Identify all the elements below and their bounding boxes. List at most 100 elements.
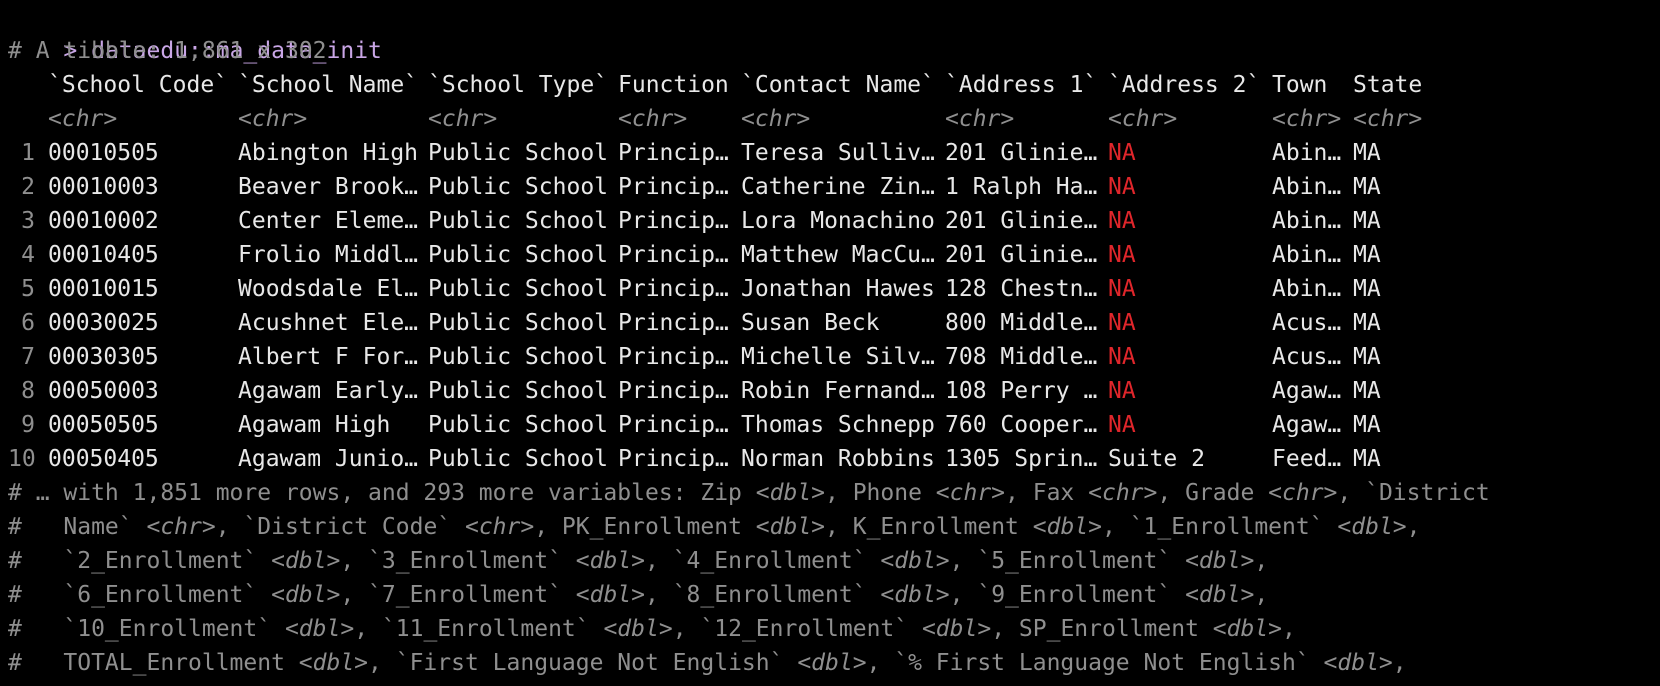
- column-header: `School Code`: [48, 72, 229, 98]
- column-header: Function: [618, 72, 729, 98]
- table-row: 10 00050405 Agawam Junio… Public School Prin…: [8, 442, 1660, 476]
- table-cell: Public School: [428, 310, 609, 336]
- table-cell: NA: [1108, 344, 1136, 370]
- footer-text: , `4_Enrollment`: [645, 548, 881, 574]
- footer-text: # `2_Enrollment`: [8, 548, 272, 574]
- footer-line: # TOTAL_Enrollment <dbl>, `First Languag…: [8, 646, 1660, 680]
- table-cell: Public School: [428, 242, 609, 268]
- table-cell: 708 Middle…: [945, 344, 1098, 370]
- footer-text: ,: [1406, 514, 1421, 540]
- table-cell: Lora Monachino: [741, 208, 935, 234]
- variable-type: <dbl>: [880, 548, 950, 574]
- table-cell: MA: [1353, 344, 1381, 370]
- table-cell: 201 Glinie…: [945, 242, 1098, 268]
- row-number: 3: [21, 208, 35, 234]
- row-number: 5: [21, 276, 35, 302]
- table-cell: Agawam Junio…: [238, 446, 419, 472]
- table-cell: Agawam Early…: [238, 378, 419, 404]
- table-cell: Thomas Schnepp: [741, 412, 935, 438]
- row-number: 6: [21, 310, 35, 336]
- footer-text: , Phone: [825, 480, 936, 506]
- table-cell: Public School: [428, 140, 609, 166]
- row-number: 10: [8, 446, 36, 472]
- table-cell: Princip…: [618, 140, 729, 166]
- column-type: <chr>: [945, 106, 1015, 132]
- table-cell: Princip…: [618, 242, 729, 268]
- table-cell: Agaw…: [1272, 412, 1342, 438]
- footer-text: , `5_Enrollment`: [949, 548, 1186, 574]
- table-cell: Suite 2: [1108, 446, 1205, 472]
- table-cell: Princip…: [618, 208, 729, 234]
- table-cell: Beaver Brook…: [238, 174, 419, 200]
- footer-text: , `3_Enrollment`: [340, 548, 576, 574]
- table-cell: 1305 Sprin…: [945, 446, 1098, 472]
- variable-type: <dbl>: [1185, 582, 1255, 608]
- footer-text: ,: [1392, 650, 1407, 676]
- table-cell: 201 Glinie…: [945, 140, 1098, 166]
- table-cell: Catherine Zin…: [741, 174, 935, 200]
- footer-text: , `11_Enrollment`: [354, 616, 604, 642]
- variable-type: <dbl>: [271, 548, 341, 574]
- table-cell: Princip…: [618, 378, 729, 404]
- footer-text: , `% First Language Not English`: [866, 650, 1324, 676]
- table-cell: 00010003: [48, 174, 159, 200]
- r-console[interactable]: > dataedu::ma_data_init # A tibble: 1,86…: [8, 0, 1660, 680]
- table-cell: Albert F For…: [238, 344, 419, 370]
- table-row: 2 00010003 Beaver Brook… Public School Princ…: [8, 170, 1660, 204]
- table-cell: 201 Glinie…: [945, 208, 1098, 234]
- footer-text: , K_Enrollment: [825, 514, 1033, 540]
- variable-type: <dbl>: [1032, 514, 1103, 540]
- variable-type: <chr>: [464, 514, 535, 540]
- row-number: 1: [21, 140, 35, 166]
- variable-type: <chr>: [146, 514, 216, 540]
- footer-text: , PK_Enrollment: [534, 514, 756, 540]
- row-number: 2: [21, 174, 35, 200]
- table-cell: Frolio Middl…: [238, 242, 419, 268]
- footer-text: , `12_Enrollment`: [672, 616, 922, 642]
- table-cell: Acus…: [1272, 344, 1342, 370]
- table-cell: Public School: [428, 208, 609, 234]
- footer-text: # Name`: [8, 514, 147, 540]
- table-cell: Michelle Silv…: [741, 344, 935, 370]
- variable-type: <chr>: [935, 480, 1006, 506]
- table-cell: MA: [1353, 310, 1381, 336]
- table-cell: Susan Beck: [741, 310, 880, 336]
- column-header: `School Type`: [428, 72, 609, 98]
- table-cell: Princip…: [618, 276, 729, 302]
- table-row: 6 00030025 Acushnet Ele… Public School Princ…: [8, 306, 1660, 340]
- table-cell: Abin…: [1272, 242, 1342, 268]
- table-type-row: <chr> <chr> <chr> <chr> <chr> <chr> <chr> <chr>…: [8, 102, 1660, 136]
- column-type: <chr>: [1108, 106, 1178, 132]
- variable-type: <dbl>: [575, 582, 646, 608]
- table-cell: NA: [1108, 242, 1136, 268]
- footer-line: # `10_Enrollment` <dbl>, `11_Enrollment`…: [8, 612, 1660, 646]
- table-cell: MA: [1353, 242, 1381, 268]
- output-footer: # … with 1,851 more rows, and 293 more v…: [8, 476, 1660, 680]
- table-cell: 00050505: [48, 412, 159, 438]
- variable-type: <chr>: [1268, 480, 1338, 506]
- footer-text: ,: [1254, 582, 1269, 608]
- column-type: <chr>: [1272, 106, 1342, 132]
- column-type: <chr>: [741, 106, 811, 132]
- table-row: 9 00050505 Agawam High Public School Princip…: [8, 408, 1660, 442]
- footer-text: , `District: [1337, 480, 1490, 506]
- column-type: <chr>: [1353, 106, 1423, 132]
- table-cell: NA: [1108, 276, 1136, 302]
- variable-type: <dbl>: [797, 650, 867, 676]
- table-cell: MA: [1353, 140, 1381, 166]
- footer-text: , `1_Enrollment`: [1102, 514, 1338, 540]
- table-header-row: `School Code` `School Name` `School Type` F…: [8, 68, 1660, 102]
- table-cell: NA: [1108, 174, 1136, 200]
- column-header: Town: [1272, 72, 1328, 98]
- table-cell: Abington High: [238, 140, 419, 166]
- column-type: <chr>: [238, 106, 308, 132]
- table-cell: Woodsdale El…: [238, 276, 419, 302]
- variable-type: <dbl>: [271, 582, 341, 608]
- variable-type: <dbl>: [575, 548, 646, 574]
- table-row: 7 00030305 Albert F For… Public School Princ…: [8, 340, 1660, 374]
- table-cell: 00010015: [48, 276, 159, 302]
- table-cell: 1 Ralph Ha…: [945, 174, 1098, 200]
- variable-type: <dbl>: [921, 616, 992, 642]
- table-cell: NA: [1108, 412, 1136, 438]
- table-cell: 00050405: [48, 446, 159, 472]
